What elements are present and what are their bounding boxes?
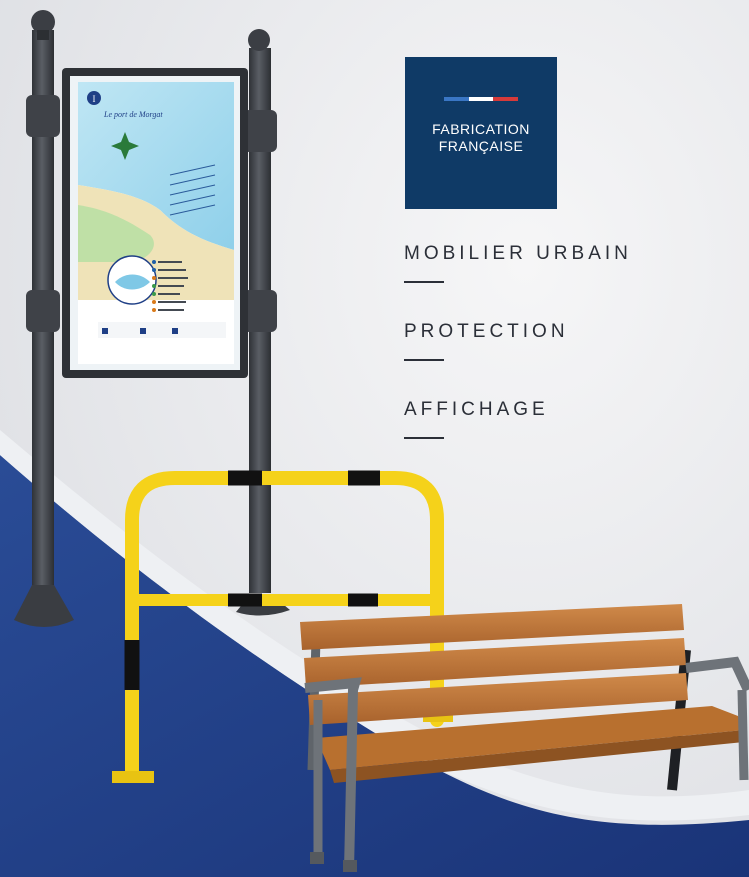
- category-label: PROTECTION: [404, 321, 569, 342]
- category-list: MOBILIER URBAIN PROTECTION AFFICHAGE: [404, 243, 632, 477]
- flag-red: [493, 97, 519, 101]
- brochure-page: I Le port de Morgat FABRICATION FRANÇAIS…: [0, 0, 749, 877]
- category-protection[interactable]: PROTECTION: [404, 321, 632, 361]
- category-divider: [404, 359, 444, 361]
- category-mobilier-urbain[interactable]: MOBILIER URBAIN: [404, 243, 632, 283]
- category-divider: [404, 281, 444, 283]
- badge-line-2: FRANÇAISE: [438, 138, 524, 154]
- sign-map-title: Le port de Morgat: [103, 110, 163, 119]
- sign-map: I Le port de Morgat: [78, 82, 234, 364]
- french-flag-stripe: [444, 97, 519, 101]
- product-scene: I Le port de Morgat: [0, 10, 749, 877]
- flag-blue: [444, 97, 469, 101]
- badge-line-1: FABRICATION: [432, 121, 530, 137]
- fabrication-francaise-badge: FABRICATION FRANÇAISE: [405, 57, 557, 209]
- category-affichage[interactable]: AFFICHAGE: [404, 399, 632, 439]
- category-divider: [404, 437, 444, 439]
- category-label: MOBILIER URBAIN: [404, 243, 632, 264]
- sign-map-marker: I: [93, 94, 96, 104]
- category-label: AFFICHAGE: [404, 399, 549, 420]
- flag-white: [468, 97, 494, 101]
- barrier-baseplate: [112, 771, 154, 783]
